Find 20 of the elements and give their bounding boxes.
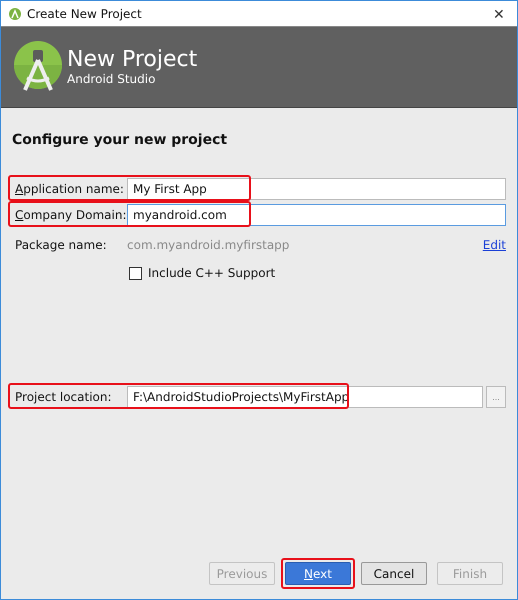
window-title: Create New Project (27, 6, 143, 20)
dialog-button[interactable]: Cancel (361, 562, 427, 585)
header-title: New Project (67, 48, 198, 72)
field-label: Application name: (14, 182, 125, 196)
checkbox[interactable] (129, 266, 142, 280)
field-label: Project location: (14, 390, 113, 404)
dialog-button[interactable]: Next (285, 562, 351, 585)
field-label: Company Domain: (14, 208, 127, 222)
edit-link[interactable]: Edit (482, 238, 506, 252)
android-studio-logo-icon (13, 40, 63, 94)
text-field[interactable]: F:\AndroidStudioProjects\MyFirstApp (127, 386, 483, 408)
package-name: com.myandroid.myfirstapp (127, 238, 290, 252)
text-field[interactable]: My First App (127, 178, 506, 200)
package-label: Package name: (14, 238, 108, 252)
app-icon (9, 8, 21, 20)
checkbox-label: Include C++ Support (148, 266, 276, 280)
text-field[interactable]: myandroid.com (127, 204, 506, 226)
header-subtitle: Android Studio (67, 72, 156, 86)
section-title: Configure your new project (12, 132, 228, 148)
close-button[interactable]: ✕ (489, 6, 509, 22)
